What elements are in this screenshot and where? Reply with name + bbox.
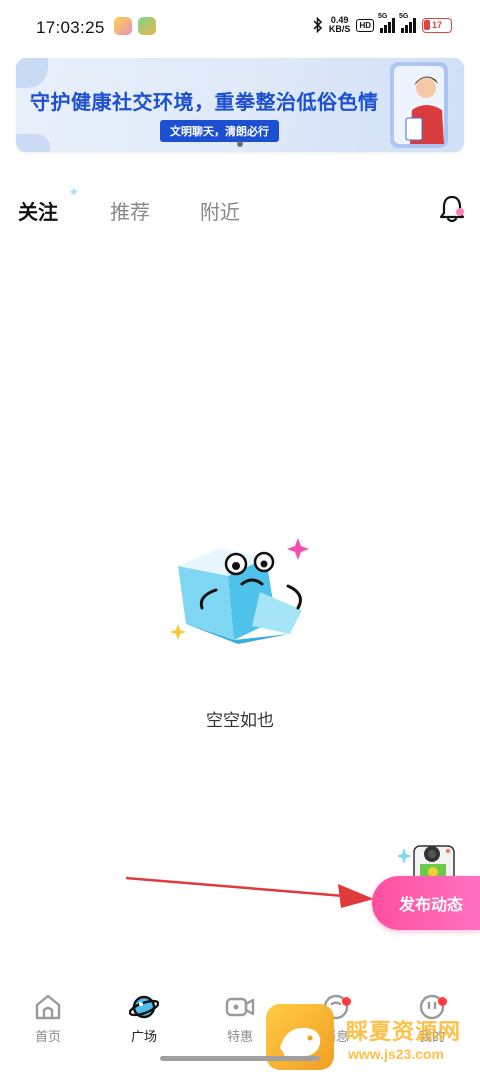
status-time: 17:03:25 <box>36 18 105 37</box>
planet-icon <box>129 995 159 1019</box>
status-bar: 17:03:25 0.49 KB/S HD 5G 5G 17 <box>0 0 480 56</box>
tab-recommend[interactable]: 推荐 <box>110 196 150 225</box>
bell-icon[interactable] <box>438 194 466 224</box>
nav-label: 首页 <box>34 1029 61 1044</box>
signal-icon: 5G <box>399 13 416 33</box>
empty-state-illustration <box>170 538 309 644</box>
network-speed: 0.49 KB/S <box>328 15 351 34</box>
tab-follow[interactable]: 关注 ✦ <box>18 184 80 227</box>
nav-item-home[interactable]: 首页 <box>8 992 88 1045</box>
signal-icon: 5G <box>378 13 395 33</box>
annotation-arrow <box>126 876 374 908</box>
banner-subtitle: 文明聊天，清朗必行 <box>160 120 279 142</box>
video-camera-icon <box>225 997 255 1017</box>
notification-badge <box>342 997 351 1006</box>
watermark-text: 睬夏资源网 <box>346 1019 462 1044</box>
banner-pagination <box>16 141 464 147</box>
watermark-url: www.js23.com <box>348 1046 444 1062</box>
promo-banner[interactable]: 守护健康社交环境，重拳整治低俗色情 文明聊天，清朗必行 <box>16 58 464 152</box>
banner-title: 守护健康社交环境，重拳整治低俗色情 <box>30 92 379 114</box>
feed-tabs: 关注 ✦ 推荐 附近 <box>18 184 478 232</box>
tab-nearby[interactable]: 附近 <box>200 196 240 225</box>
status-indicators: 0.49 KB/S HD 5G 5G 17 <box>313 13 452 34</box>
home-indicator[interactable] <box>160 1056 320 1061</box>
banner-decoration <box>16 58 48 88</box>
home-icon <box>35 994 61 1020</box>
nav-label: 广场 <box>130 1029 157 1044</box>
bluetooth-icon <box>313 17 322 33</box>
notification-app-icon <box>114 17 132 35</box>
empty-state-text: 空空如也 <box>206 711 274 730</box>
banner-person-illustration <box>390 62 448 148</box>
nav-item-square[interactable]: 广场 <box>104 992 184 1045</box>
battery-icon: 17 <box>422 17 452 33</box>
hd-badge: HD <box>356 18 374 32</box>
sparkle-icon: ✦ <box>68 184 80 200</box>
notification-badge <box>438 997 447 1006</box>
notification-app-icon <box>138 17 156 35</box>
status-app-icons <box>114 17 156 35</box>
publish-post-button[interactable]: 发布动态 <box>372 876 480 930</box>
